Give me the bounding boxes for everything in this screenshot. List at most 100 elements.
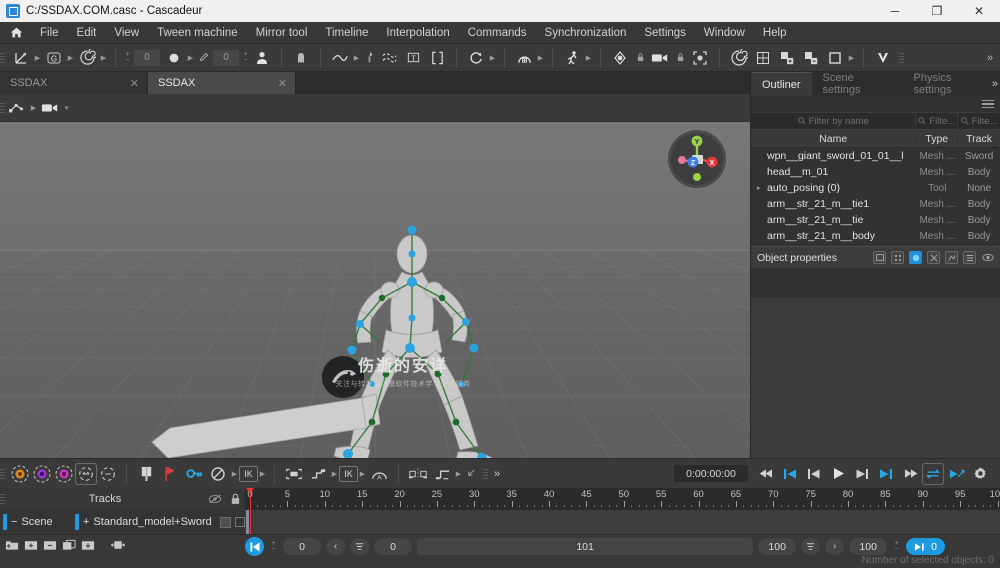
selection-circle-icon[interactable] [75, 462, 97, 485]
play-range-icon[interactable] [944, 463, 968, 485]
ik-fk-dropdown-icon[interactable]: ▶ [358, 463, 367, 485]
tab-scene-settings[interactable]: Scene settings [812, 72, 903, 96]
filter-name-input[interactable]: Filter by name [751, 113, 917, 129]
fit-view-icon[interactable] [688, 47, 712, 69]
range-end-value[interactable]: 100 [758, 538, 797, 555]
table-row[interactable]: arm__str_21_m__tie Mesh ... Body [751, 212, 1000, 228]
tab-outliner[interactable]: Outliner [751, 72, 812, 96]
step-interp-icon[interactable] [430, 463, 454, 485]
next-button[interactable]: › [825, 538, 845, 555]
filter-type-input[interactable]: Filte... [916, 113, 959, 129]
smooth-curve-icon[interactable] [377, 47, 401, 69]
tween-curve-icon[interactable] [328, 47, 352, 69]
hamburger-icon[interactable] [982, 99, 994, 109]
save-frame-icon[interactable] [80, 537, 96, 552]
rotation-dropdown-icon[interactable]: ▶ [99, 47, 108, 69]
loop-icon[interactable] [922, 462, 944, 485]
pin-flag-icon[interactable] [134, 463, 158, 485]
menu-tween-machine[interactable]: Tween machine [148, 24, 247, 42]
no-entry-dropdown-icon[interactable]: ▶ [230, 463, 239, 485]
menu-synchronization[interactable]: Synchronization [536, 24, 636, 42]
rotation-spiral-icon[interactable] [75, 47, 99, 69]
material-icon[interactable] [909, 251, 922, 264]
point-size-icon[interactable] [162, 47, 186, 69]
mirror-icon[interactable] [406, 463, 430, 485]
menu-settings[interactable]: Settings [635, 24, 695, 42]
step-interp-dropdown-icon[interactable]: ▶ [454, 463, 463, 485]
rotate-arc-icon[interactable] [464, 47, 488, 69]
menu-commands[interactable]: Commands [459, 24, 536, 42]
scene-collapse-icon[interactable]: − [11, 516, 17, 528]
menu-file[interactable]: File [31, 24, 68, 42]
column-header-name[interactable]: Name [751, 130, 917, 147]
close-icon[interactable]: ✕ [130, 77, 139, 90]
joints-dropdown-icon[interactable]: ▶ [29, 97, 38, 119]
joints-display-icon[interactable] [5, 97, 29, 119]
settings-gear-icon[interactable] [968, 463, 992, 485]
orientation-gizmo[interactable]: Y X Z [668, 130, 726, 188]
tween-dropdown-icon[interactable]: ▶ [352, 47, 361, 69]
model-expand-icon[interactable]: + [83, 516, 89, 528]
track-model[interactable]: + Standard_model+Sword [75, 514, 245, 530]
box-select-icon[interactable] [282, 463, 306, 485]
menu-timeline[interactable]: Timeline [316, 24, 377, 42]
table-row[interactable]: arm__str_21_m__tie1 Mesh ... Body [751, 196, 1000, 212]
global-coords-icon[interactable]: G [42, 47, 66, 69]
column-header-track[interactable]: Track [958, 130, 1000, 147]
track-scene[interactable]: − Scene [0, 514, 75, 530]
eye-off-icon[interactable] [205, 494, 225, 504]
total-frames-field[interactable]: 101 [417, 538, 754, 555]
spiral-icon[interactable] [727, 47, 751, 69]
camera-icon[interactable] [648, 47, 672, 69]
red-flag-icon[interactable] [158, 463, 182, 485]
eye-icon[interactable] [981, 251, 994, 264]
magnet-arc-icon[interactable] [512, 47, 536, 69]
magnet-dropdown-icon[interactable]: ▶ [536, 47, 545, 69]
axis-tool-dropdown-icon[interactable]: ▶ [33, 47, 42, 69]
table-row[interactable]: wpn__giant_sword_01_01__l Mesh ... Sword [751, 148, 1000, 164]
go-to-start-icon[interactable] [778, 463, 802, 485]
pin-tool-icon[interactable] [361, 47, 377, 69]
close-icon[interactable]: ✕ [278, 77, 287, 90]
lock-icon[interactable] [225, 493, 245, 505]
fast-forward-icon[interactable] [898, 463, 922, 485]
row-name-cell[interactable]: arm__str_21_m__tie [751, 214, 916, 226]
panel-icon[interactable] [873, 251, 886, 264]
toolbar-grip-end[interactable] [899, 48, 904, 68]
home-icon[interactable] [4, 24, 31, 41]
rect-select-dropdown-icon[interactable]: ▶ [847, 47, 856, 69]
menu-interpolation[interactable]: Interpolation [377, 24, 458, 42]
table-row[interactable]: ▸Rig(0) Basic Body [751, 244, 1000, 246]
text-tool-icon[interactable]: T [401, 47, 425, 69]
fit-icon[interactable] [110, 537, 126, 552]
grid-icon[interactable] [751, 47, 775, 69]
menu-view[interactable]: View [105, 24, 148, 42]
toolbar-overflow-icon[interactable]: » [982, 47, 998, 69]
remove-frame-icon[interactable] [42, 537, 58, 552]
step-curve-icon[interactable] [306, 463, 330, 485]
close-button[interactable]: ✕ [958, 0, 1000, 22]
outliner-tree[interactable]: wpn__giant_sword_01_01__l Mesh ... Sword… [751, 148, 1000, 246]
model-lock-toggle[interactable] [234, 517, 245, 527]
graph-icon[interactable] [945, 251, 958, 264]
column-header-type[interactable]: Type [916, 130, 959, 147]
prev-key-icon[interactable] [802, 463, 826, 485]
row-name-cell[interactable]: arm__str_21_m__body [751, 230, 916, 242]
magenta-ball-icon[interactable] [53, 463, 75, 485]
menu-edit[interactable]: Edit [68, 24, 106, 42]
row-name-cell[interactable]: arm__str_21_m__tie1 [751, 198, 916, 210]
row-name-cell[interactable]: wpn__giant_sword_01_01__l [751, 150, 916, 162]
row-name-cell[interactable]: head__m_01 [751, 166, 916, 178]
joints-icon[interactable] [891, 251, 904, 264]
frame-start-value[interactable]: 0 [283, 538, 321, 555]
table-row[interactable]: ▸ auto_posing (0) Tool None [751, 180, 1000, 196]
ik-fk-icon[interactable]: IK [339, 465, 358, 482]
add-frame-icon[interactable] [23, 537, 39, 552]
table-row[interactable]: head__m_01 Mesh ... Body [751, 164, 1000, 180]
checkmark-v-icon[interactable] [871, 47, 895, 69]
point-size-stepper[interactable]: + − [241, 51, 250, 64]
playhead-handle[interactable] [246, 488, 254, 494]
model-visibility-toggle[interactable] [219, 516, 231, 528]
rect-select-icon[interactable] [823, 47, 847, 69]
lock-icon[interactable] [632, 47, 648, 69]
